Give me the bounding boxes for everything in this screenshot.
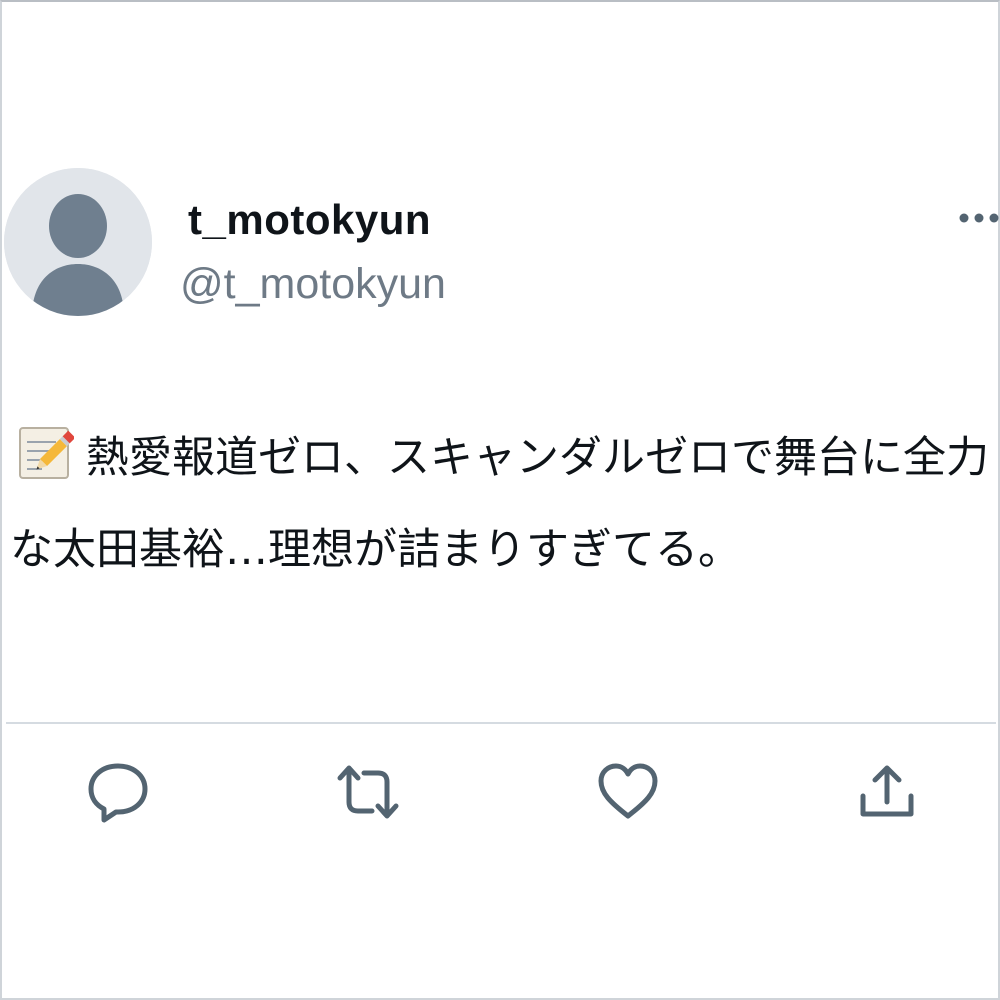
action-bar-divider bbox=[6, 722, 996, 724]
user-handle[interactable]: @t_motokyun bbox=[180, 260, 446, 309]
like-button[interactable] bbox=[596, 760, 660, 824]
retweet-button[interactable] bbox=[336, 760, 400, 824]
retweet-icon bbox=[337, 765, 399, 819]
tweet-body: 熱愛報道ゼロ、スキャンダルゼロで舞台に全力な太田基裕…理想が詰まりすぎてる。 bbox=[10, 412, 995, 596]
reply-icon bbox=[88, 763, 148, 823]
heart-icon bbox=[598, 763, 658, 819]
memo-pencil-icon bbox=[19, 427, 74, 479]
more-options-icon bbox=[959, 213, 999, 223]
reply-button[interactable] bbox=[86, 760, 150, 824]
avatar[interactable] bbox=[4, 168, 152, 316]
share-button[interactable] bbox=[855, 760, 919, 824]
more-options-button[interactable] bbox=[952, 200, 1000, 236]
tweet-text: 熱愛報道ゼロ、スキャンダルゼロで舞台に全力な太田基裕…理想が詰まりすぎてる。 bbox=[10, 433, 989, 575]
default-avatar-icon bbox=[4, 168, 152, 316]
display-name[interactable]: t_motokyun bbox=[188, 196, 431, 244]
share-icon bbox=[860, 765, 914, 817]
